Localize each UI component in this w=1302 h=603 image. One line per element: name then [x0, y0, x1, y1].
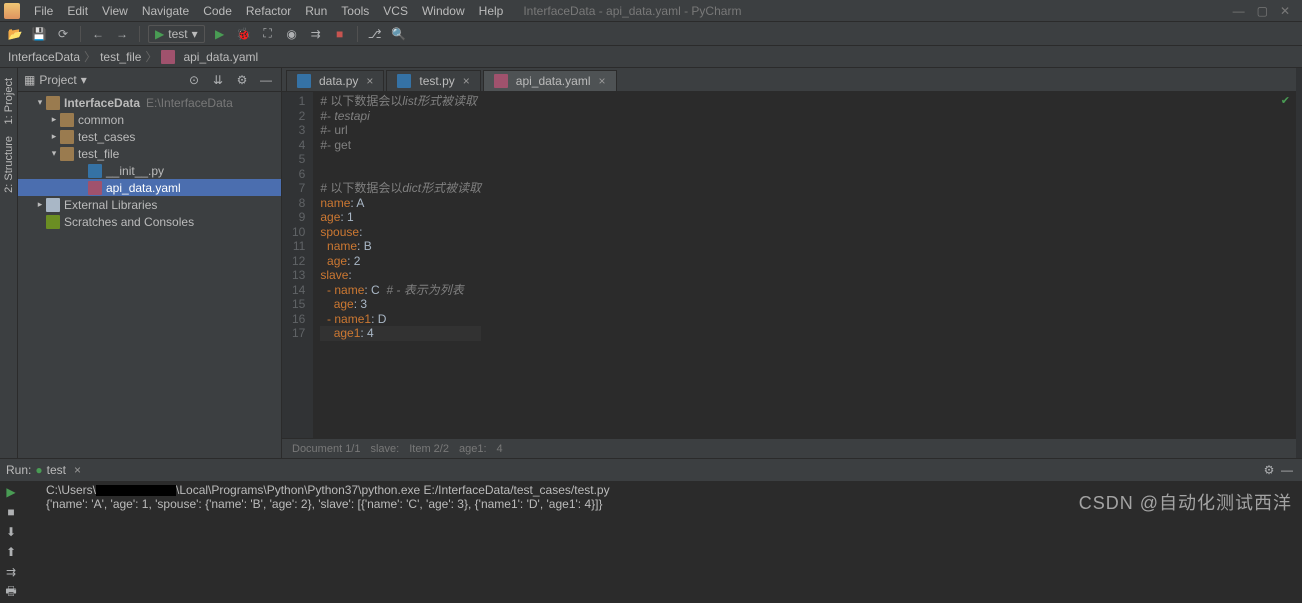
- git-icon[interactable]: ⎇: [366, 25, 384, 43]
- collapse-icon[interactable]: ⇊: [209, 71, 227, 89]
- chevron-right-icon: 〉: [145, 48, 157, 65]
- menu-navigate[interactable]: Navigate: [136, 2, 195, 20]
- run-label: Run:: [6, 463, 31, 477]
- run-indicator-icon: ●: [35, 463, 42, 477]
- project-tree[interactable]: ▾InterfaceDataE:\InterfaceData ▸common ▸…: [18, 92, 281, 232]
- tree-file-init[interactable]: __init__.py: [18, 162, 281, 179]
- library-icon: [46, 198, 60, 212]
- editor-tabs: data.py× test.py× api_data.yaml×: [282, 68, 1296, 92]
- tab-apidata-yaml[interactable]: api_data.yaml×: [483, 70, 617, 91]
- editor-breadcrumb: Document 1/1 slave: Item 2/2 age1: 4: [282, 438, 1296, 458]
- tree-folder-common[interactable]: ▸common: [18, 111, 281, 128]
- bc-project[interactable]: InterfaceData: [8, 50, 80, 64]
- forward-icon[interactable]: →: [113, 25, 131, 43]
- hide-icon[interactable]: —: [257, 71, 275, 89]
- tab-test-py[interactable]: test.py×: [386, 70, 480, 91]
- profile-icon[interactable]: ◉: [283, 25, 301, 43]
- filter-icon[interactable]: ⇉: [2, 563, 20, 581]
- run-config-select[interactable]: ▶ test ▾: [148, 25, 205, 43]
- toolbar-sep: [139, 26, 140, 42]
- menu-edit[interactable]: Edit: [61, 2, 94, 20]
- code-editor[interactable]: 1234567891011121314151617 # 以下数据会以list形式…: [282, 92, 1296, 438]
- locate-icon[interactable]: ⊙: [185, 71, 203, 89]
- run-output[interactable]: C:\Users\\Local\Programs\Python\Python37…: [42, 481, 1302, 603]
- coverage-icon[interactable]: ⛶: [259, 25, 277, 43]
- concurrency-icon[interactable]: ⇉: [307, 25, 325, 43]
- python-icon: [88, 164, 102, 178]
- sidebar-tab-structure[interactable]: 2: Structure: [1, 130, 17, 199]
- rerun-icon[interactable]: ▶: [2, 483, 20, 501]
- close-icon[interactable]: ×: [74, 463, 81, 477]
- folder-icon: [46, 96, 60, 110]
- stop-icon[interactable]: ■: [331, 25, 349, 43]
- reload-icon[interactable]: ⟳: [54, 25, 72, 43]
- app-logo: [4, 3, 20, 19]
- folder-icon: [60, 113, 74, 127]
- menu-refactor[interactable]: Refactor: [240, 2, 297, 20]
- python-icon: [397, 74, 411, 88]
- tree-scratches[interactable]: Scratches and Consoles: [18, 213, 281, 230]
- menu-file[interactable]: File: [28, 2, 59, 20]
- project-panel-title[interactable]: ▦Project▾: [24, 73, 185, 87]
- window-title: InterfaceData - api_data.yaml - PyCharm: [523, 4, 1230, 18]
- gear-icon[interactable]: ⚙: [1260, 461, 1278, 479]
- tree-folder-testcases[interactable]: ▸test_cases: [18, 128, 281, 145]
- sidebar-tab-project[interactable]: 1: Project: [1, 72, 17, 130]
- bc-file[interactable]: api_data.yaml: [183, 50, 258, 64]
- menu-view[interactable]: View: [96, 2, 134, 20]
- debug-icon[interactable]: 🐞: [235, 25, 253, 43]
- yaml-icon: [88, 181, 102, 195]
- tree-folder-testfile[interactable]: ▾test_file: [18, 145, 281, 162]
- up-icon[interactable]: ⬆: [2, 543, 20, 561]
- folder-icon: [60, 147, 74, 161]
- gear-icon[interactable]: ⚙: [233, 71, 251, 89]
- toolbar-sep: [80, 26, 81, 42]
- chevron-down-icon: ▾: [192, 27, 198, 41]
- stop-run-icon[interactable]: ■: [2, 503, 20, 521]
- maximize-icon[interactable]: ▢: [1257, 4, 1268, 18]
- tree-root[interactable]: ▾InterfaceDataE:\InterfaceData: [18, 94, 281, 111]
- menu-run[interactable]: Run: [299, 2, 333, 20]
- close-icon[interactable]: ✕: [1280, 4, 1290, 18]
- breadcrumb: InterfaceData 〉 test_file 〉 api_data.yam…: [0, 46, 1302, 68]
- menu-vcs[interactable]: VCS: [377, 2, 414, 20]
- run-config-name[interactable]: test: [47, 463, 66, 477]
- yaml-icon: [494, 74, 508, 88]
- print-icon[interactable]: 🖶: [2, 583, 20, 601]
- down-icon[interactable]: ⬇: [2, 523, 20, 541]
- python-icon: [297, 74, 311, 88]
- tab-data-py[interactable]: data.py×: [286, 70, 384, 91]
- save-icon[interactable]: 💾: [30, 25, 48, 43]
- run-config-label: test: [168, 27, 187, 41]
- hide-icon[interactable]: —: [1278, 461, 1296, 479]
- tree-external-libraries[interactable]: ▸External Libraries: [18, 196, 281, 213]
- back-icon[interactable]: ←: [89, 25, 107, 43]
- inspection-ok-icon[interactable]: ✔: [1281, 94, 1290, 109]
- chevron-down-icon: ▾: [81, 73, 87, 87]
- toolbar-sep: [357, 26, 358, 42]
- tree-file-apidata[interactable]: api_data.yaml: [18, 179, 281, 196]
- close-icon[interactable]: ×: [366, 74, 373, 88]
- menu-code[interactable]: Code: [197, 2, 238, 20]
- editor-right-margin: [1296, 68, 1302, 458]
- redacted-block: [96, 485, 176, 496]
- folder-icon: [60, 130, 74, 144]
- chevron-right-icon: 〉: [84, 48, 96, 65]
- menu-help[interactable]: Help: [473, 2, 510, 20]
- code-content[interactable]: # 以下数据会以list形式被读取#- testapi#- url#- get#…: [314, 92, 481, 438]
- yaml-icon: [161, 50, 175, 64]
- bc-folder[interactable]: test_file: [100, 50, 141, 64]
- close-icon[interactable]: ×: [598, 74, 605, 88]
- run-icon[interactable]: ▶: [211, 25, 229, 43]
- search-icon[interactable]: 🔍: [390, 25, 408, 43]
- line-gutter: 1234567891011121314151617: [282, 92, 314, 438]
- scratch-icon: [46, 215, 60, 229]
- menu-tools[interactable]: Tools: [335, 2, 375, 20]
- minimize-icon[interactable]: —: [1233, 4, 1245, 18]
- open-icon[interactable]: 📂: [6, 25, 24, 43]
- close-icon[interactable]: ×: [463, 74, 470, 88]
- menu-window[interactable]: Window: [416, 2, 471, 20]
